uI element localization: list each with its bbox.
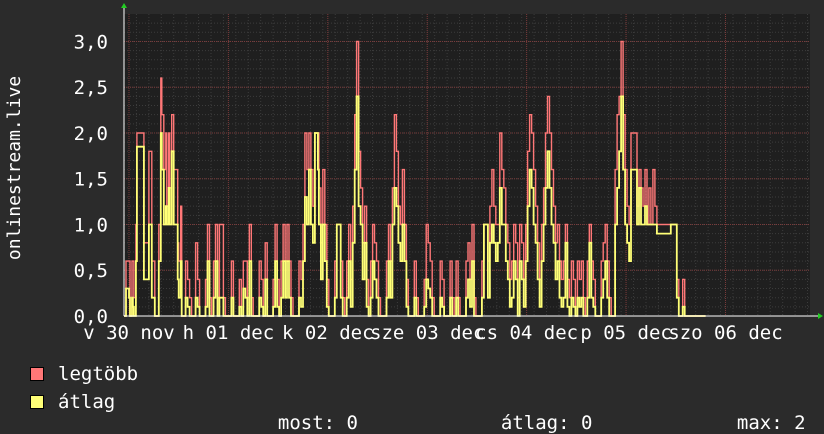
stat-avg-label: átlag: [500,412,570,434]
legend-item-avg: átlag [30,390,115,414]
y-axis-arrow [121,3,127,8]
y-tick-label: 2,0 [74,123,108,145]
legend-label-avg: átlag [58,391,116,413]
y-tick-label: 3,0 [74,31,108,53]
x-tick-label: szo 06 dec [668,322,782,344]
y-tick-label: 0,5 [74,260,108,282]
stat-now-label: most: [277,412,336,434]
stat-max-label: max: [736,412,783,434]
legend-label-max: legtöbb [58,363,139,385]
y-tick-label: 1,5 [74,169,108,191]
y-tick-label: 1,0 [74,214,108,236]
x-tick-label: p 05 dec [580,322,672,344]
x-tick-label: cs 04 dec [475,322,578,344]
stat-now-value: 0 [346,412,358,434]
x-tick-label: h 01 dec [183,322,275,344]
legend-swatch-avg [30,395,44,409]
legend-swatch-max [30,367,44,381]
y-axis-ticks: 0,00,51,01,52,02,53,0 [74,31,108,328]
x-tick-label: k 02 dec [282,322,374,344]
stat-avg: átlag: 0 [478,390,593,434]
x-axis-ticks: v 30 nov h 01 dec k 02 decsze 03 deccs 04 … [83,322,782,344]
stat-avg-value: 0 [580,412,593,434]
chart-grid [123,14,810,316]
y-axis-label: onlinestream.live [4,76,25,260]
stat-now: most: 0 [255,390,358,434]
x-tick-label: sze 03 dec [370,322,484,344]
y-tick-label: 2,5 [74,77,108,99]
stat-max-value: 2 [794,412,806,434]
legend-item-max: legtöbb [30,362,138,386]
x-axis-arrow [818,313,823,319]
x-tick-label: v 30 nov [83,322,175,344]
stat-max: max: 2 [714,390,806,434]
